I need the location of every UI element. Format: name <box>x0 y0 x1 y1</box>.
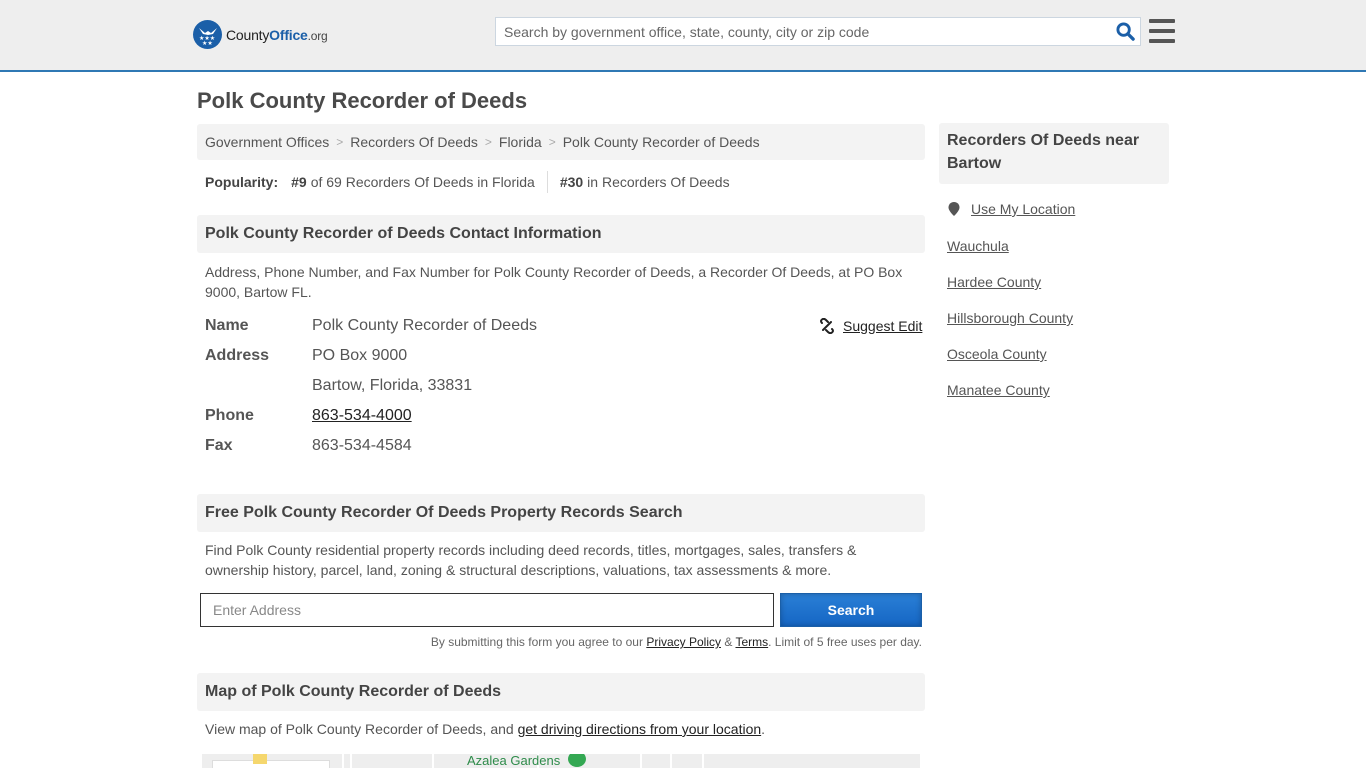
address-row: Address PO Box 9000 <box>205 341 407 371</box>
privacy-policy-link[interactable]: Privacy Policy <box>646 635 721 649</box>
property-search-button[interactable]: Search <box>780 593 922 627</box>
name-value: Polk County Recorder of Deeds <box>312 317 537 334</box>
breadcrumb-separator: > <box>484 135 492 149</box>
address-line1: PO Box 9000 <box>312 347 408 364</box>
state-rank: #9 <box>291 174 307 190</box>
broken-link-icon <box>820 318 834 334</box>
hamburger-menu-icon[interactable] <box>1149 19 1175 43</box>
terms-link[interactable]: Terms <box>735 635 768 649</box>
sidebar-link-hillsborough-county[interactable]: Hillsborough County <box>947 310 1073 326</box>
state-rank-text: of 69 Recorders Of Deeds in Florida <box>310 174 535 190</box>
property-search-description: Find Polk County residential property re… <box>205 542 857 578</box>
fax-label: Fax <box>205 437 233 454</box>
fax-row: Fax 863-534-4584 <box>205 431 412 461</box>
contact-heading: Polk County Recorder of Deeds Contact In… <box>197 215 925 253</box>
suggest-edit-link[interactable]: Suggest Edit <box>843 318 922 334</box>
popularity: Popularity: #9 of 69 Recorders Of Deeds … <box>205 171 730 193</box>
breadcrumb-florida[interactable]: Florida <box>499 134 542 150</box>
use-my-location[interactable]: Use My Location <box>947 201 1075 217</box>
site-logo[interactable]: ★★★ ★★ CountyOffice.org <box>193 20 328 49</box>
page-title: Polk County Recorder of Deeds <box>197 88 528 113</box>
search-button[interactable] <box>1110 18 1140 45</box>
form-disclaimer: By submitting this form you agree to our… <box>430 635 922 649</box>
address-label: Address <box>205 347 270 364</box>
phone-label: Phone <box>205 407 254 424</box>
address-input[interactable] <box>200 593 774 627</box>
sidebar-link-manatee-county[interactable]: Manatee County <box>947 382 1050 398</box>
map-heading: Map of Polk County Recorder of Deeds <box>197 673 925 711</box>
sidebar-link-hardee-county[interactable]: Hardee County <box>947 274 1041 290</box>
sidebar-link-wauchula[interactable]: Wauchula <box>947 238 1009 254</box>
address-row-2: Bartow, Florida, 33831 <box>205 371 472 401</box>
location-pin-icon <box>948 202 960 216</box>
divider <box>546 171 548 193</box>
sidebar-link-osceola-county[interactable]: Osceola County <box>947 346 1047 362</box>
breadcrumb-separator: > <box>548 135 556 149</box>
property-search-heading: Free Polk County Recorder Of Deeds Prope… <box>197 494 925 532</box>
address-line2: Bartow, Florida, 33831 <box>312 377 473 394</box>
suggest-edit[interactable]: Suggest Edit <box>819 318 922 334</box>
breadcrumb-current[interactable]: Polk County Recorder of Deeds <box>563 134 760 150</box>
site-search-input[interactable] <box>496 18 1110 45</box>
contact-description: Address, Phone Number, and Fax Number fo… <box>205 264 903 300</box>
svg-text:★★: ★★ <box>202 40 213 45</box>
top-bar: ★★★ ★★ CountyOffice.org <box>0 0 1366 72</box>
logo-wordmark: CountyOffice.org <box>226 26 328 43</box>
breadcrumb-recorders-of-deeds[interactable]: Recorders Of Deeds <box>350 134 478 150</box>
national-rank-text: in Recorders Of Deeds <box>587 174 730 190</box>
eagle-logo-icon: ★★★ ★★ <box>193 20 222 49</box>
national-rank: #30 <box>559 174 584 190</box>
map[interactable]: Azalea Gardens <box>202 754 920 768</box>
use-my-location-link[interactable]: Use My Location <box>971 201 1075 217</box>
breadcrumb-separator: > <box>336 135 344 149</box>
sidebar-heading: Recorders Of Deeds near Bartow <box>939 123 1169 184</box>
search-icon <box>1115 22 1135 41</box>
name-label: Name <box>205 317 249 334</box>
phone-link[interactable]: 863-534-4000 <box>312 407 412 424</box>
popularity-label: Popularity: <box>205 174 279 190</box>
map-label: Azalea Gardens <box>467 754 561 768</box>
fax-value: 863-534-4584 <box>312 437 412 454</box>
breadcrumb: Government Offices > Recorders Of Deeds … <box>197 124 925 160</box>
name-row: Name Polk County Recorder of Deeds <box>205 311 537 341</box>
phone-row: Phone 863-534-4000 <box>205 401 412 431</box>
driving-directions-link[interactable]: get driving directions from your locatio… <box>518 721 762 737</box>
site-search <box>495 17 1141 46</box>
breadcrumb-government-offices[interactable]: Government Offices <box>205 134 329 150</box>
park-icon <box>568 754 586 767</box>
map-description: View map of Polk County Recorder of Deed… <box>205 721 766 737</box>
